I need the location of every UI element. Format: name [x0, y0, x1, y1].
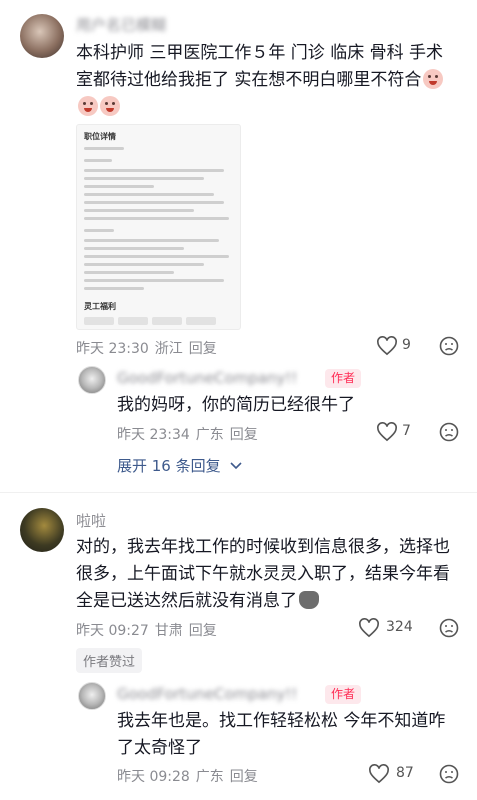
comment-username[interactable]: 啦啦: [76, 510, 106, 531]
reply-meta: 昨天 09:28 广东 回复: [117, 769, 258, 785]
reply-button[interactable]: 回复: [189, 623, 217, 639]
reply-meta: 昨天 23:34 广东 回复: [117, 427, 258, 443]
comment-text: 对的，我去年找工作的时候收到信息很多，选择也很多，上午面试下午就水灵灵入职了，结…: [76, 537, 450, 611]
attached-image[interactable]: 职位详情 灵工福利: [76, 124, 241, 330]
like-button[interactable]: 324: [358, 618, 428, 638]
frown-face-icon: [439, 422, 459, 442]
author-liked-badge: 作者赞过: [76, 648, 143, 673]
frown-face-icon: [439, 764, 459, 784]
heart-icon: [377, 336, 397, 356]
dislike-button[interactable]: [439, 764, 459, 788]
author-badge: 作者: [325, 369, 362, 388]
like-button[interactable]: 7: [376, 422, 426, 442]
crying-laughing-emoji-icon: [100, 96, 120, 116]
avatar[interactable]: [78, 682, 106, 710]
reply-text: 我的妈呀，你的简历已经很牛了: [117, 395, 355, 415]
expand-replies-label: 展开 16 条回复: [117, 457, 221, 475]
like-count: 87: [396, 765, 414, 781]
frown-face-icon: [439, 618, 459, 638]
like-count: 324: [386, 619, 413, 635]
comment-username[interactable]: 用户名已模糊: [76, 14, 166, 35]
reply-text: 我去年也是。找工作轻轻松松 今年不知道咋了太奇怪了: [117, 711, 446, 758]
heart-icon: [377, 422, 397, 442]
divider: [0, 492, 477, 493]
reply-button[interactable]: 回复: [230, 427, 258, 443]
avatar[interactable]: [78, 366, 106, 394]
attachment-section: 灵工福利: [84, 302, 116, 311]
like-count: 9: [402, 337, 411, 353]
reply-button[interactable]: 回复: [189, 341, 217, 357]
heart-icon: [369, 764, 389, 784]
reply-username[interactable]: GoodFortuneCompany!!: [117, 369, 297, 387]
dislike-button[interactable]: [439, 422, 459, 446]
avatar[interactable]: [20, 508, 64, 552]
attachment-title: 职位详情: [84, 132, 116, 141]
comment-meta: 昨天 09:27 甘肃 回复: [76, 623, 217, 639]
like-button[interactable]: 87: [368, 764, 428, 784]
frown-face-icon: [439, 336, 459, 356]
like-count: 7: [402, 423, 411, 439]
like-button[interactable]: 9: [376, 336, 426, 356]
cat-emoji-icon: [299, 591, 319, 609]
crying-laughing-emoji-icon: [78, 96, 98, 116]
comment-text: 本科护师 三甲医院工作５年 门诊 临床 骨科 手术室都待过他给我拒了 实在想不明…: [76, 40, 456, 121]
avatar[interactable]: [20, 14, 64, 58]
reply-username[interactable]: GoodFortuneCompany!!: [117, 685, 297, 703]
expand-replies-button[interactable]: 展开 16 条回复: [117, 455, 242, 476]
author-badge: 作者: [325, 685, 362, 704]
comment-meta: 昨天 23:30 浙江 回复: [76, 341, 217, 357]
dislike-button[interactable]: [439, 618, 459, 642]
reply-button[interactable]: 回复: [230, 769, 258, 785]
crying-laughing-emoji-icon: [423, 69, 444, 89]
dislike-button[interactable]: [439, 336, 459, 360]
heart-icon: [359, 618, 379, 638]
chevron-down-icon: [230, 462, 242, 470]
